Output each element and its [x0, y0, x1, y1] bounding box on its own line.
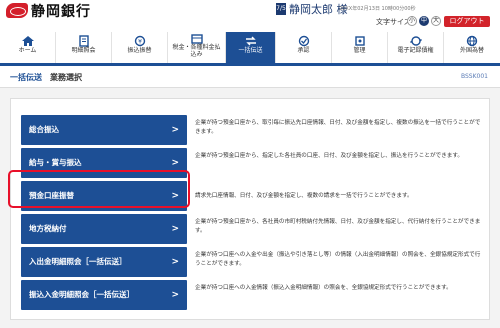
logout-button[interactable]: ログアウト: [444, 16, 490, 27]
document-icon: [77, 35, 91, 47]
service-description: 請求先口座情報、日付、及び金額を指定し、複数の請求を一括で行うことができます。: [195, 193, 413, 199]
chevron-right-icon: >: [171, 257, 179, 267]
receivable-icon: [409, 35, 423, 47]
bulk-transfer-icon: [244, 35, 258, 47]
global-nav: ホーム 明細照会 ¥ 振込振替 税金・各種料金払込み 一括伝送 承認 管理 電子…: [0, 32, 500, 66]
font-size-small-button[interactable]: 小: [407, 16, 417, 26]
nav-item-transfer[interactable]: ¥ 振込振替: [112, 32, 168, 63]
bank-name: 静岡銀行: [31, 4, 91, 20]
breadcrumb-main: 一括伝送: [10, 73, 42, 82]
breadcrumb: 一括伝送 業務選択 BSSK001: [0, 66, 500, 88]
service-row-sougou-furikomi: 総合振込 > 企業が持つ預金口座から、取引毎に振込先口座情報、日付、及び金額を指…: [21, 115, 481, 145]
nav-item-label: 税金・各種料金払込み: [172, 44, 221, 58]
nav-item-forex[interactable]: 外国為替: [444, 32, 500, 63]
page-title: 業務選択: [50, 73, 82, 82]
nav-item-manage[interactable]: 管理: [332, 32, 388, 63]
service-button-label: 給与・賞与振込: [29, 158, 82, 167]
header: 静岡銀行 7/5 静岡太郎 様 20XX年02月13日 10時00分00秒 文字…: [0, 0, 500, 32]
approve-icon: [297, 35, 311, 47]
font-size-medium-button[interactable]: 中: [419, 16, 429, 26]
screen-id: BSSK001: [460, 73, 488, 80]
user-badge: 7/5: [276, 3, 286, 15]
service-button-label: 振込入金明細照会［一括伝送］: [29, 290, 134, 299]
service-list-panel: 総合振込 > 企業が持つ預金口座から、取引毎に振込先口座情報、日付、及び金額を指…: [10, 98, 490, 320]
nav-item-tax[interactable]: 税金・各種料金払込み: [168, 32, 226, 63]
nav-item-label: 外国為替: [459, 47, 484, 54]
nyushukkin-meisai-button[interactable]: 入出金明細照会［一括伝送］ >: [21, 247, 187, 277]
service-row-nyushukkin-meisai: 入出金明細照会［一括伝送］ > 企業が持つ口座への入金や出金（振込や引き落とし等…: [21, 247, 481, 277]
chevron-right-icon: >: [171, 125, 179, 135]
transfer-icon: ¥: [133, 35, 147, 47]
furikomi-nyukin-meisai-button[interactable]: 振込入金明細照会［一括伝送］ >: [21, 280, 187, 310]
service-description: 企業が持つ口座への入金や出金（振込や引き落とし等）の情報（入出金明細情報）の照会…: [195, 252, 481, 267]
bank-logo-icon: [6, 3, 28, 18]
service-button-label: 入出金明細照会［一括伝送］: [29, 257, 127, 266]
nav-item-label: 明細照会: [71, 47, 96, 54]
selection-highlight: [8, 170, 190, 208]
service-description: 企業が持つ口座への入金情報（振込入金明細情報）の照会を、全銀協規定形式で行うこと…: [195, 285, 452, 291]
nav-item-label: 振込振替: [127, 47, 152, 54]
nav-item-approve[interactable]: 承認: [276, 32, 332, 63]
home-icon: [21, 35, 35, 47]
service-description: 企業が持つ預金口座から、指定した各社員の口座、日付、及び金額を指定し、振込を行う…: [195, 153, 463, 159]
font-size-label: 文字サイズ: [376, 18, 411, 26]
forex-icon: [465, 35, 479, 47]
nav-item-label: 一括伝送: [238, 47, 263, 54]
nav-item-home[interactable]: ホーム: [0, 32, 56, 63]
nav-item-e-receivable[interactable]: 電子記録債権: [388, 32, 444, 63]
svg-text:¥: ¥: [138, 39, 142, 46]
nav-item-bulk-transfer[interactable]: 一括伝送: [226, 32, 276, 63]
chevron-right-icon: >: [171, 290, 179, 300]
font-size-large-button[interactable]: 大: [431, 16, 441, 26]
nav-item-label: ホーム: [18, 47, 37, 54]
nav-item-label: 承認: [297, 47, 310, 54]
service-row-chihouzei-noufu: 地方税納付 > 企業が持つ預金口座から、各社員の市町村税納付先情報、日付、及び金…: [21, 214, 481, 244]
chevron-right-icon: >: [171, 224, 179, 234]
sougou-furikomi-button[interactable]: 総合振込 >: [21, 115, 187, 145]
service-button-label: 総合振込: [29, 125, 59, 134]
nav-item-label: 管理: [353, 47, 366, 54]
chihouzei-noufu-button[interactable]: 地方税納付 >: [21, 214, 187, 244]
last-login-timestamp: 20XX年02月13日 10時00分00秒: [339, 6, 416, 12]
service-description: 企業が持つ預金口座から、取引毎に振込先口座情報、日付、及び金額を指定し、複数の振…: [195, 120, 481, 135]
service-row-furikomi-nyukin-meisai: 振込入金明細照会［一括伝送］ > 企業が持つ口座への入金情報（振込入金明細情報）…: [21, 280, 481, 310]
service-description: 企業が持つ預金口座から、各社員の市町村税納付先情報、日付、及び金額を指定し、代行…: [195, 219, 481, 234]
nav-item-label: 電子記録債権: [397, 47, 434, 54]
service-button-label: 地方税納付: [29, 224, 67, 233]
manage-icon: [353, 35, 367, 47]
nav-item-statement[interactable]: 明細照会: [56, 32, 112, 63]
